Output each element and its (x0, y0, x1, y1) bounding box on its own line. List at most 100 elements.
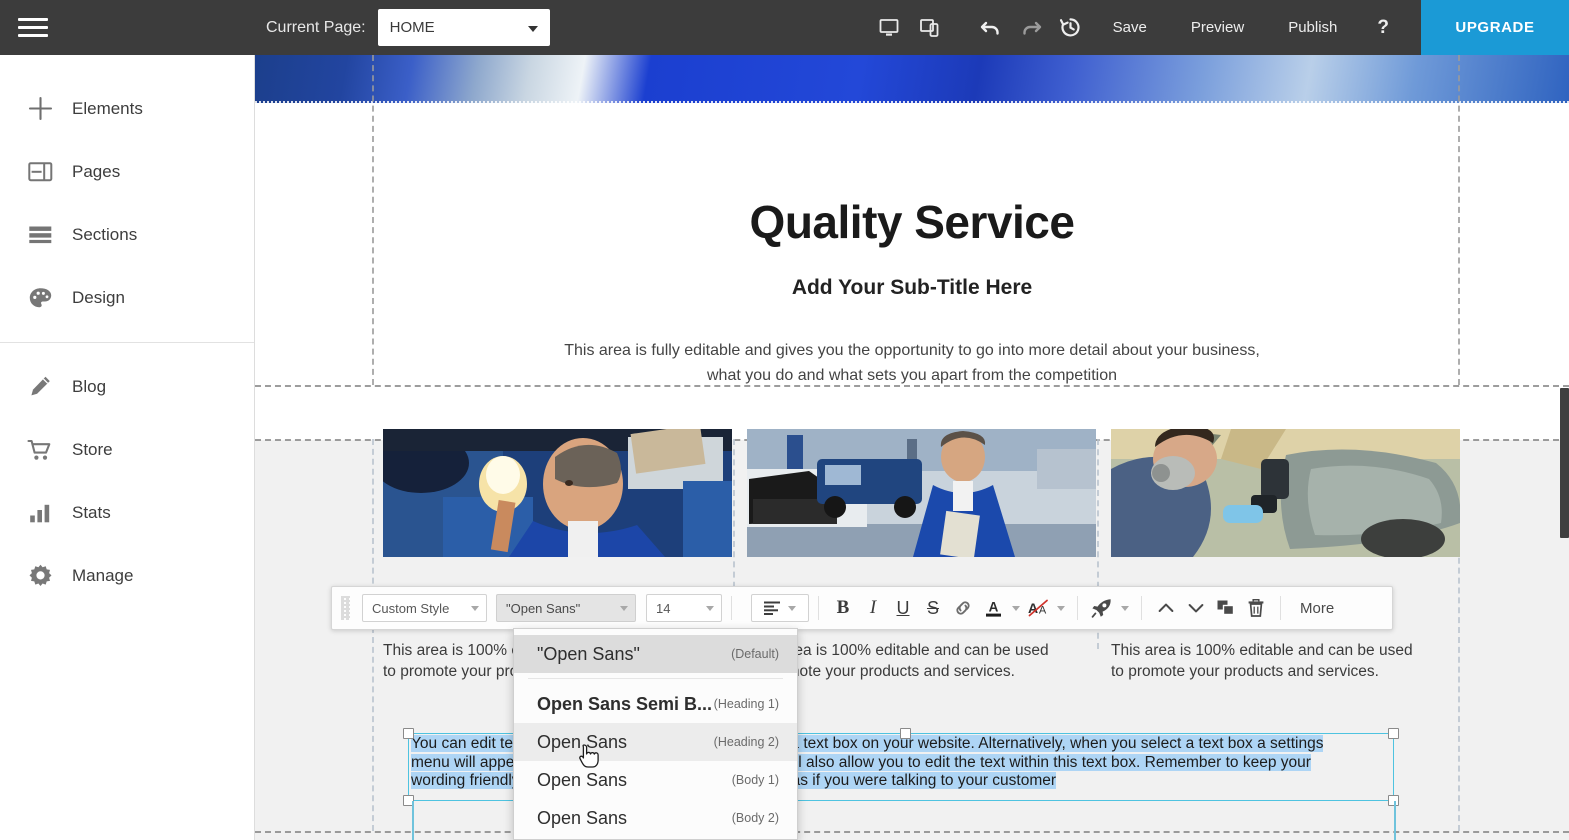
font-option-heading-2[interactable]: Open Sans (Heading 2) (514, 723, 797, 761)
move-up-button[interactable] (1151, 593, 1181, 623)
page-intro-line-1: This area is fully editable and gives yo… (564, 342, 1260, 359)
strikethrough-button[interactable]: S (918, 593, 948, 623)
font-color-a-icon: A (985, 600, 1001, 617)
redo-icon[interactable] (1011, 0, 1051, 55)
sidebar-item-label: Design (72, 287, 125, 307)
sidebar-item-pages[interactable]: Pages (0, 140, 254, 203)
pencil-icon (8, 374, 72, 399)
font-family-dropdown-menu: "Open Sans" (Default) Open Sans Semi B..… (513, 628, 798, 840)
duplicate-button[interactable] (1211, 593, 1241, 623)
link-button[interactable] (948, 593, 978, 623)
page-intro-text[interactable]: This area is fully editable and gives yo… (512, 338, 1312, 388)
website-builder-app: Current Page: HOME Save Preview Publish … (0, 0, 1569, 840)
sidebar-item-elements[interactable]: Elements (0, 77, 254, 140)
menu-divider (528, 678, 783, 679)
clear-formatting-dropdown[interactable] (1053, 593, 1068, 623)
font-option-name: Open Sans Semi B... (537, 693, 713, 714)
caption-line-2: to promote your products and services. (747, 663, 1015, 680)
resize-handle-top-center[interactable] (900, 728, 911, 739)
mobile-view-icon[interactable] (909, 0, 949, 55)
paragraph-style-select[interactable]: Custom Style (362, 594, 487, 622)
save-button[interactable]: Save (1091, 19, 1169, 36)
svg-text:A: A (988, 600, 998, 615)
font-option-name: "Open Sans" (537, 643, 640, 664)
chevron-up-icon (1158, 603, 1174, 612)
chevron-down-icon (1188, 604, 1204, 613)
toolbar-divider (1141, 596, 1142, 620)
top-toolbar: Current Page: HOME Save Preview Publish … (0, 0, 1569, 55)
service-image-2[interactable] (747, 429, 1096, 557)
mechanic-lamp-photo (383, 429, 732, 557)
hamburger-icon[interactable] (0, 0, 66, 55)
font-option-default[interactable]: "Open Sans" (Default) (514, 635, 797, 673)
hero-banner-image[interactable] (255, 55, 1569, 103)
page-select-value: HOME (389, 19, 435, 36)
chevron-down-icon (471, 606, 479, 611)
align-left-icon (764, 601, 780, 615)
font-option-tag: (Heading 1) (713, 697, 779, 711)
underline-button[interactable]: U (888, 593, 918, 623)
plus-icon (8, 95, 72, 122)
sidebar-item-sections[interactable]: Sections (0, 203, 254, 266)
help-button[interactable]: ? (1359, 17, 1407, 39)
section-boundary-guide (255, 831, 1569, 833)
chevron-down-icon (1011, 605, 1020, 611)
toolbar-divider (1280, 596, 1281, 620)
bold-button[interactable]: B (828, 593, 858, 623)
service-image-1[interactable] (383, 429, 732, 557)
mouse-cursor-pointer (578, 744, 600, 775)
italic-button[interactable]: I (858, 593, 888, 623)
publish-button[interactable]: Publish (1266, 19, 1359, 36)
page-intro-line-2: what you do and what sets you apart from… (706, 367, 1117, 384)
upgrade-button[interactable]: UPGRADE (1421, 0, 1569, 55)
sections-stack-icon (8, 224, 72, 246)
shopping-cart-icon (8, 438, 72, 462)
font-size-select[interactable]: 14 (646, 594, 722, 622)
sidebar-item-stats[interactable]: Stats (0, 481, 254, 544)
pages-layout-icon (8, 161, 72, 183)
resize-handle-top-left[interactable] (403, 728, 414, 739)
more-button[interactable]: More (1290, 593, 1344, 623)
font-option-heading-1[interactable]: Open Sans Semi B... (Heading 1) (514, 685, 797, 723)
sidebar-item-design[interactable]: Design (0, 266, 254, 329)
delete-button[interactable] (1241, 593, 1271, 623)
drag-grip-icon[interactable] (332, 586, 358, 630)
chevron-down-icon (1056, 605, 1065, 611)
resize-handle-top-right[interactable] (1388, 728, 1399, 739)
clear-formatting-button[interactable]: A A (1023, 593, 1053, 623)
chevron-down-icon (1120, 605, 1129, 611)
sidebar-item-label: Sections (72, 224, 138, 244)
page-subtitle[interactable]: Add Your Sub-Title Here (255, 276, 1569, 300)
page-select-dropdown[interactable]: HOME (377, 9, 550, 46)
page-title[interactable]: Quality Service (255, 195, 1569, 249)
preview-button[interactable]: Preview (1169, 19, 1266, 36)
undo-icon[interactable] (971, 0, 1011, 55)
sidebar-item-blog[interactable]: Blog (0, 355, 254, 418)
column-guide (372, 439, 374, 831)
vertical-scrollbar[interactable] (1560, 388, 1569, 538)
sidebar-item-store[interactable]: Store (0, 418, 254, 481)
selection-guide-line-right (1394, 801, 1396, 840)
font-option-tag: (Default) (731, 647, 779, 661)
history-icon[interactable] (1051, 0, 1091, 55)
service-caption-2[interactable]: This area is 100% editable and can be us… (747, 640, 1092, 682)
font-family-select[interactable]: "Open Sans" (496, 594, 636, 622)
page-canvas: Quality Service Add Your Sub-Title Here … (255, 55, 1569, 840)
chevron-down-icon (527, 25, 538, 32)
font-option-body-1[interactable]: Open Sans (Body 1) (514, 761, 797, 799)
service-caption-3[interactable]: This area is 100% editable and can be us… (1111, 640, 1456, 682)
font-option-body-2[interactable]: Open Sans (Body 2) (514, 799, 797, 837)
text-color-dropdown[interactable] (1008, 593, 1023, 623)
animation-button[interactable] (1087, 593, 1117, 623)
mechanic-clipboard-photo (747, 429, 1096, 557)
sidebar-item-manage[interactable]: Manage (0, 544, 254, 607)
desktop-view-icon[interactable] (869, 0, 909, 55)
text-color-button[interactable]: A (978, 593, 1008, 623)
text-align-select[interactable] (751, 594, 809, 622)
move-down-button[interactable] (1181, 593, 1211, 623)
animation-dropdown[interactable] (1117, 593, 1132, 623)
sidebar-item-label: Pages (72, 161, 121, 181)
chevron-down-icon (788, 605, 796, 611)
current-page-label: Current Page: (266, 18, 366, 36)
service-image-3[interactable] (1111, 429, 1460, 557)
